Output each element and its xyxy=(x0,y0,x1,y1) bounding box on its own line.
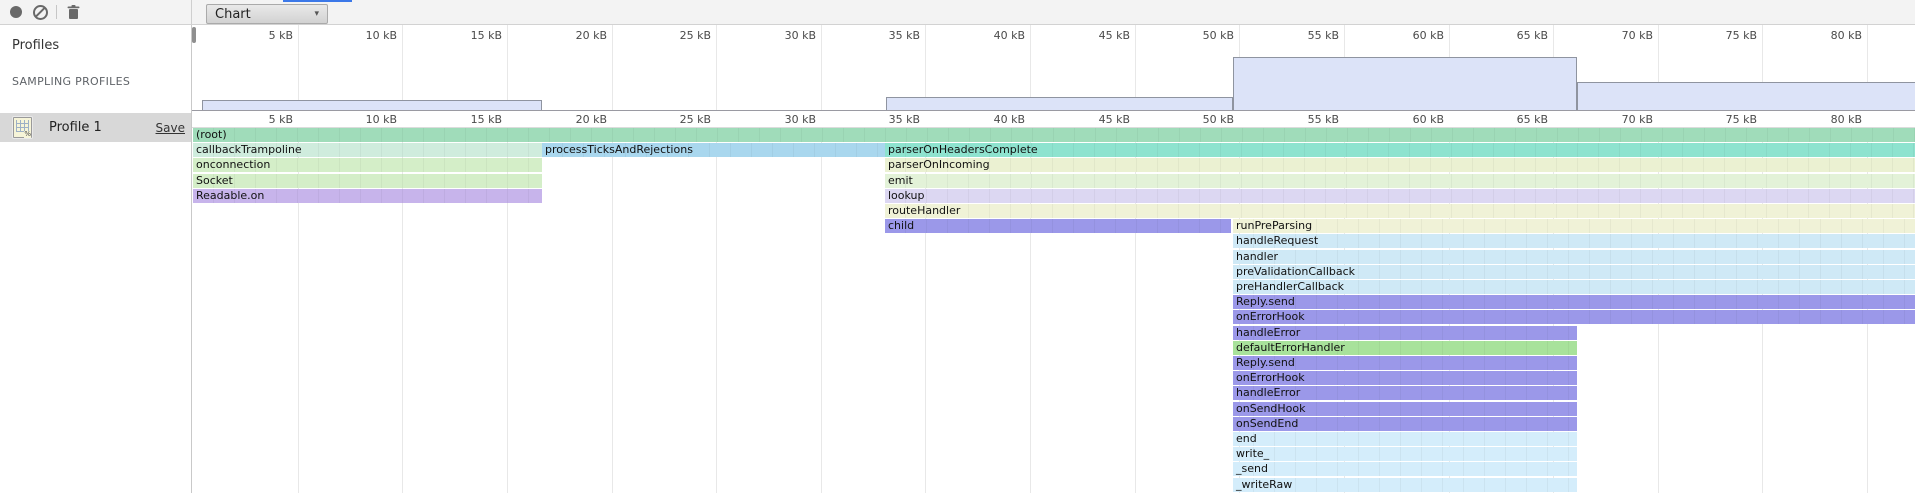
overview-tick-label: 5 kB xyxy=(269,29,293,42)
flame-bar-root[interactable]: (root) xyxy=(193,128,1915,142)
ruler-tick-label: 30 kB xyxy=(785,113,816,126)
ruler-tick-label: 55 kB xyxy=(1308,113,1339,126)
flame-chart-ruler: 5 kB 10 kB 15 kB 20 kB 25 kB 30 kB 35 kB 40 kB 4… xyxy=(192,111,1915,128)
view-mode-select[interactable]: Chart ▾ xyxy=(206,4,328,24)
trash-icon xyxy=(67,5,80,20)
flame-bar-callbacktrampoline[interactable]: callbackTrampoline xyxy=(193,143,542,157)
toolbar-left-group xyxy=(0,0,192,24)
overview-tick-label: 30 kB xyxy=(785,29,816,42)
profile-name: Profile 1 xyxy=(49,120,102,135)
overview-tick-label: 20 kB xyxy=(576,29,607,42)
flame-bar-onsendend[interactable]: onSendEnd xyxy=(1233,417,1577,431)
delete-profile-button[interactable] xyxy=(61,0,85,24)
overview-tick-label: 80 kB xyxy=(1831,29,1862,42)
flame-bar-parseronincoming[interactable]: parserOnIncoming xyxy=(885,158,1915,172)
profiles-sidebar: Profiles SAMPLING PROFILES % Profile 1 S… xyxy=(0,25,192,493)
ruler-tick-label: 70 kB xyxy=(1622,113,1653,126)
ruler-tick-label: 45 kB xyxy=(1099,113,1130,126)
flame-bar-handleerror[interactable]: handleError xyxy=(1233,386,1577,400)
overview-tick-label: 10 kB xyxy=(366,29,397,42)
flame-bar-routehandler[interactable]: routeHandler xyxy=(885,204,1915,218)
profiler-toolbar: Chart ▾ xyxy=(0,0,1915,25)
ruler-tick-label: 65 kB xyxy=(1517,113,1548,126)
flame-bar-onerrorhook[interactable]: onErrorHook xyxy=(1233,371,1577,385)
overview-tick-label: 25 kB xyxy=(680,29,711,42)
overview-tick-label: 15 kB xyxy=(471,29,502,42)
flame-bar-lookup[interactable]: lookup xyxy=(885,189,1915,203)
overview-step xyxy=(202,100,542,110)
overview-scrollbar-thumb[interactable] xyxy=(192,27,196,43)
ruler-tick-label: 5 kB xyxy=(269,113,293,126)
ruler-tick-label: 25 kB xyxy=(680,113,711,126)
chevron-down-icon: ▾ xyxy=(314,9,319,19)
flame-bar-writeraw[interactable]: _writeRaw xyxy=(1233,478,1577,492)
ruler-tick-label: 50 kB xyxy=(1203,113,1234,126)
ruler-tick-label: 80 kB xyxy=(1831,113,1862,126)
overview-tick-label: 70 kB xyxy=(1622,29,1653,42)
flame-bar-defaulterrorhandler[interactable]: defaultErrorHandler xyxy=(1233,341,1577,355)
overview-tick-label: 75 kB xyxy=(1726,29,1757,42)
flame-bar-prevalidationcallback[interactable]: preValidationCallback xyxy=(1233,265,1915,279)
sidebar-item-profile-1[interactable]: % Profile 1 Save xyxy=(0,113,191,142)
flame-bar-processticksandrejections[interactable]: processTicksAndRejections xyxy=(542,143,885,157)
flame-bar-write[interactable]: write_ xyxy=(1233,447,1577,461)
flame-chart: (root)callbackTrampolineprocessTicksAndR… xyxy=(192,128,1915,493)
overview-step xyxy=(1577,82,1915,110)
record-icon xyxy=(10,6,22,18)
flame-bar-child[interactable]: child xyxy=(885,219,1231,233)
ruler-tick-label: 60 kB xyxy=(1413,113,1444,126)
overview-tick-label: 50 kB xyxy=(1203,29,1234,42)
record-button[interactable] xyxy=(4,0,28,24)
overview-tick-label: 40 kB xyxy=(994,29,1025,42)
save-profile-link[interactable]: Save xyxy=(156,121,185,135)
ruler-tick-label: 40 kB xyxy=(994,113,1025,126)
active-tab-indicator xyxy=(283,0,352,2)
flame-bar-runpreparsing[interactable]: runPreParsing xyxy=(1233,219,1915,233)
flame-bar-reply-send[interactable]: Reply.send xyxy=(1233,356,1577,370)
toolbar-separator xyxy=(56,5,57,19)
flame-bar-onerrorhook[interactable]: onErrorHook xyxy=(1233,310,1915,324)
overview-tick-label: 60 kB xyxy=(1413,29,1444,42)
flame-bar-send[interactable]: _send xyxy=(1233,462,1577,476)
flame-bar-handler[interactable]: handler xyxy=(1233,250,1915,264)
flame-bar-prehandlercallback[interactable]: preHandlerCallback xyxy=(1233,280,1915,294)
overview-tick-label: 65 kB xyxy=(1517,29,1548,42)
overview-tick-label: 55 kB xyxy=(1308,29,1339,42)
flame-bar-onconnection[interactable]: onconnection xyxy=(193,158,542,172)
overview-step xyxy=(1233,57,1577,110)
flame-bar-reply-send[interactable]: Reply.send xyxy=(1233,295,1915,309)
ruler-tick-label: 10 kB xyxy=(366,113,397,126)
flame-bar-socket[interactable]: Socket xyxy=(193,174,542,188)
ruler-tick-label: 15 kB xyxy=(471,113,502,126)
sampling-profiles-section-header: SAMPLING PROFILES xyxy=(0,53,191,88)
ruler-tick-label: 20 kB xyxy=(576,113,607,126)
flame-bar-readable-on[interactable]: Readable.on xyxy=(193,189,542,203)
flame-bar-handlerequest[interactable]: handleRequest xyxy=(1233,234,1915,248)
allocation-chart-area: 5 kB 10 kB 15 kB 20 kB 25 kB 30 kB 35 kB 40 kB 4… xyxy=(192,25,1915,493)
memory-overview-pane[interactable]: 5 kB 10 kB 15 kB 20 kB 25 kB 30 kB 35 kB 40 kB 4… xyxy=(192,25,1915,111)
flame-bar-emit[interactable]: emit xyxy=(885,174,1915,188)
ruler-tick-label: 35 kB xyxy=(889,113,920,126)
flame-bar-onsendhook[interactable]: onSendHook xyxy=(1233,402,1577,416)
ruler-tick-label: 75 kB xyxy=(1726,113,1757,126)
profile-document-icon: % xyxy=(13,117,32,138)
clear-icon xyxy=(33,5,48,20)
overview-step xyxy=(886,97,1233,110)
overview-tick-label: 45 kB xyxy=(1099,29,1130,42)
overview-tick-label: 35 kB xyxy=(889,29,920,42)
devtools-sampling-profiler-panel: Chart ▾ Profiles SAMPLING PROFILES % Pro… xyxy=(0,0,1915,493)
sidebar-title: Profiles xyxy=(0,25,191,53)
flame-bar-parseronheaderscomplete[interactable]: parserOnHeadersComplete xyxy=(885,143,1915,157)
clear-button[interactable] xyxy=(28,0,52,24)
view-mode-value: Chart xyxy=(215,7,251,22)
flame-bar-end[interactable]: end xyxy=(1233,432,1577,446)
flame-bar-handleerror[interactable]: handleError xyxy=(1233,326,1577,340)
